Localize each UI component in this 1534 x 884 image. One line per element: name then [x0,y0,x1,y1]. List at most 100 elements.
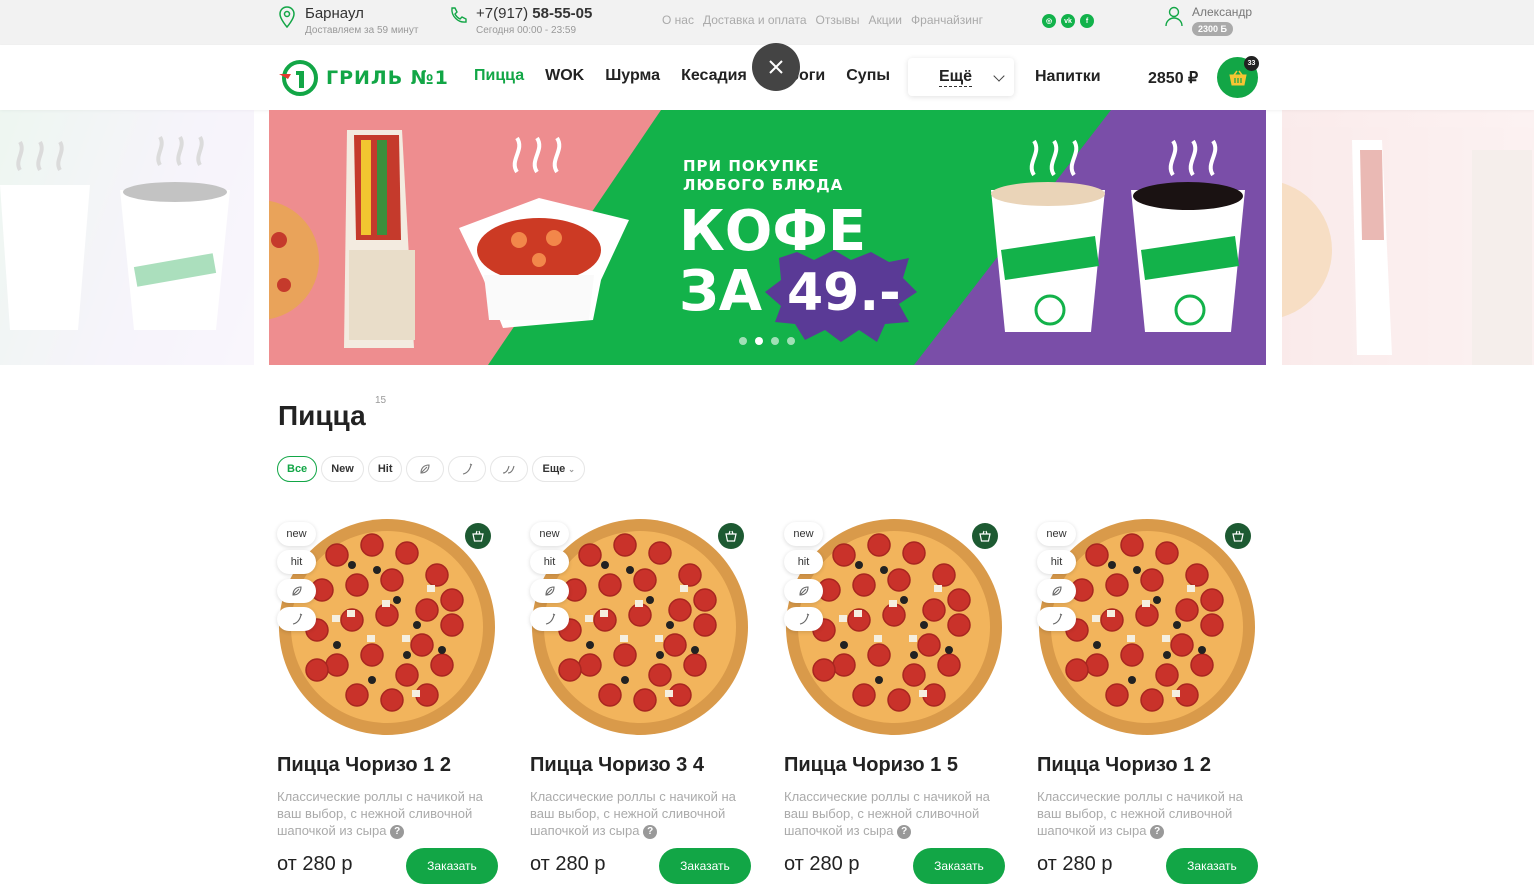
order-button[interactable]: Заказать [913,848,1005,884]
badge-spicy [530,607,569,631]
product-description: Классические роллы с начикой на ваш выбо… [277,788,492,839]
filter-extra-spicy[interactable] [490,456,529,482]
badge-new: new [1037,522,1076,546]
nav-wok[interactable]: WOK [545,67,584,85]
filter-new[interactable]: New [321,456,364,482]
more-label: Ещё [939,67,973,87]
logo-mark-icon [279,60,318,96]
order-button[interactable]: Заказать [1166,848,1258,884]
phone-block[interactable]: +7(917) 58-55-05 Сегодня 00:00 - 23:59 [448,6,592,36]
product-name[interactable]: Пицца Чоризо 3 4 [530,754,704,777]
cart-sum[interactable]: 2850 ₽ [1148,68,1198,88]
product-price: от 280 р [277,853,353,875]
product-price: от 280 р [530,853,606,875]
info-icon[interactable]: ? [1150,824,1165,839]
banner-dot-4[interactable] [787,337,795,345]
banner-dot-3[interactable] [771,337,779,345]
food-preview [1282,140,1532,365]
badge-spicy [1037,607,1076,631]
logo[interactable]: ГРИЛЬ №1 [278,60,449,96]
badge-hit: hit [530,550,569,574]
badge-vegetarian [1037,579,1076,603]
logo-text: ГРИЛЬ №1 [326,67,449,89]
phone-number[interactable]: +7(917) 58-55-05 [476,6,592,21]
instagram-icon[interactable]: ◎ [1042,14,1056,28]
working-hours: Сегодня 00:00 - 23:59 [476,25,577,36]
nav-drinks[interactable]: Напитки [1035,68,1101,86]
chevron-down-icon: ⌄ [568,464,575,474]
filter-all[interactable]: Все [277,456,318,482]
badge-vegetarian [530,579,569,603]
link-promos[interactable]: Акции [868,13,902,27]
order-button[interactable]: Заказать [406,848,498,884]
user-points-badge: 2300 Б [1192,22,1233,36]
basket-icon [1232,530,1244,542]
basket-icon [1228,70,1247,85]
info-icon[interactable]: ? [643,824,658,839]
close-button[interactable] [752,43,800,91]
info-icon[interactable]: ? [390,824,405,839]
category-nav: Пицца WOK Шурма Кесадия Пироги Супы [474,67,911,85]
link-about[interactable]: О нас [662,13,694,27]
badge-spicy [277,607,316,631]
nav-quesadilla[interactable]: Кесадия [681,67,747,85]
more-dropdown[interactable]: Ещё [908,58,1014,96]
delivery-time: Доставляем за 59 минут [305,25,419,36]
add-to-cart-icon-button[interactable] [1225,523,1251,549]
coffee-cup-preview [0,135,230,330]
phone-icon [451,7,467,23]
info-icon[interactable]: ? [897,824,912,839]
vk-icon[interactable]: vk [1061,14,1075,28]
chili-icon [292,613,302,625]
add-to-cart-icon-button[interactable] [718,523,744,549]
city-selector[interactable]: Барнаул Доставляем за 59 минут [278,6,418,36]
banner-dot-1[interactable] [739,337,747,345]
badge-spicy [784,607,823,631]
filter-more[interactable]: Еще ⌄ [532,456,585,482]
link-franchise[interactable]: Франчайзинг [911,13,983,27]
city-name[interactable]: Барнаул [305,6,418,21]
link-reviews[interactable]: Отзывы [816,13,860,27]
nav-soups[interactable]: Супы [846,67,890,85]
chili-icon [799,613,809,625]
product-price: от 280 р [1037,853,1113,875]
chili-icon [545,613,555,625]
user-name: Александр [1192,5,1253,19]
badge-hit: hit [277,550,316,574]
product-name[interactable]: Пицца Чоризо 1 2 [277,754,451,777]
link-delivery[interactable]: Доставка и оплата [703,13,807,27]
leaf-icon [798,586,809,596]
flamp-icon[interactable]: f [1080,14,1094,28]
product-description: Классические роллы с начикой на ваш выбо… [784,788,999,839]
basket-icon [725,530,737,542]
promo-big-2: ЗА [679,259,763,324]
order-button[interactable]: Заказать [659,848,751,884]
product-name[interactable]: Пицца Чоризо 1 2 [1037,754,1211,777]
banner-prev-preview[interactable] [0,110,254,365]
leaf-icon [291,586,302,596]
add-to-cart-icon-button[interactable] [972,523,998,549]
user-profile[interactable]: Александр 2300 Б [1164,5,1252,37]
basket-icon [472,530,484,542]
filter-spicy[interactable] [448,456,487,482]
product-description: Классические роллы с начикой на ваш выбо… [1037,788,1252,839]
product-name[interactable]: Пицца Чоризо 1 5 [784,754,958,777]
banner-next-preview[interactable] [1282,110,1534,365]
promo-banner[interactable]: ПРИ ПОКУПКЕ ЛЮБОГО БЛЮДА КОФЕ ЗА 49.- ГР… [269,110,1266,365]
nav-pizza[interactable]: Пицца [474,67,524,85]
filter-hit[interactable]: Hit [367,456,403,482]
chili-icon [1052,613,1062,625]
nav-shurma[interactable]: Шурма [605,67,660,85]
badge-new: new [277,522,316,546]
add-to-cart-icon-button[interactable] [465,523,491,549]
filter-bar: Все New Hit Еще ⌄ [277,456,585,482]
product-description-text: Классические роллы с начикой на ваш выбо… [1037,789,1243,838]
double-chili-icon [503,465,516,474]
banner-dot-2[interactable] [755,337,763,345]
top-links: О нас Доставка и оплата Отзывы Акции Фра… [662,13,992,27]
basket-icon [979,530,991,542]
product-description-text: Классические роллы с начикой на ваш выбо… [277,789,483,838]
user-icon [1165,6,1183,27]
cart-button[interactable]: 33 [1217,56,1259,98]
filter-vegetarian[interactable] [406,456,445,482]
